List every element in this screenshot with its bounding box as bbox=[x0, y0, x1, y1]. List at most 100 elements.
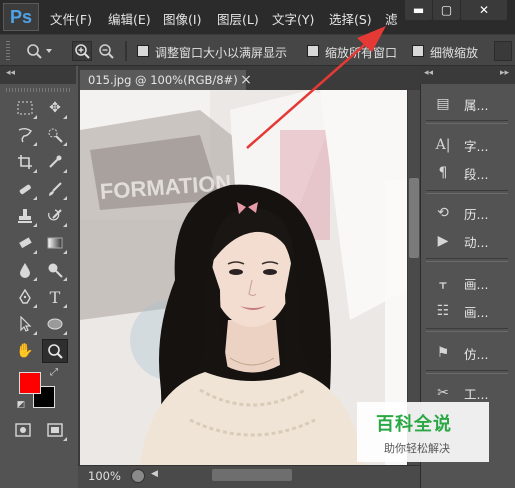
gradient-icon bbox=[47, 237, 63, 249]
swap-colors-button[interactable]: ⤢ bbox=[46, 364, 62, 380]
marquee-icon bbox=[17, 101, 33, 115]
tool-preset-picker[interactable] bbox=[22, 41, 58, 61]
menu-image[interactable]: 图像(I) bbox=[163, 9, 201, 28]
horizontal-scroll-thumb[interactable] bbox=[212, 469, 292, 481]
brush-panel-icon: ☷ bbox=[436, 303, 450, 319]
collapse-right-icon[interactable]: ▸▸ bbox=[500, 68, 509, 78]
zoom-all-windows-label: 缩放所有窗口 bbox=[325, 46, 398, 60]
panel-actions[interactable]: ▶ 动... bbox=[426, 228, 508, 254]
watermark-subtitle: 助你轻松解决 bbox=[384, 442, 450, 455]
history-brush-icon bbox=[48, 209, 62, 221]
zoom-out-icon bbox=[99, 44, 114, 59]
path-select-tool[interactable] bbox=[12, 312, 38, 336]
zoom-in-icon bbox=[75, 44, 90, 59]
history-brush-tool[interactable] bbox=[42, 204, 68, 228]
gradient-tool[interactable] bbox=[42, 231, 68, 255]
paragraph-icon: ¶ bbox=[438, 165, 448, 181]
panel-divider bbox=[426, 370, 508, 374]
panel-brush[interactable]: ☷ 画... bbox=[426, 298, 508, 324]
screen-mode-button[interactable] bbox=[42, 418, 68, 442]
menu-bar: Ps 文件(F) 编辑(E) 图像(I) 图层(L) 文字(Y) 选择(S) 滤… bbox=[0, 0, 515, 34]
hand-tool[interactable]: ✋ bbox=[12, 339, 38, 363]
dodge-tool[interactable] bbox=[42, 258, 68, 282]
options-divider bbox=[125, 41, 127, 61]
ellipse-icon bbox=[47, 318, 63, 330]
panel-dock-header[interactable]: ◂◂ ▸▸ bbox=[420, 66, 515, 84]
tools-panel-header[interactable]: ◂◂ bbox=[0, 66, 76, 84]
status-info-icon[interactable] bbox=[131, 469, 145, 483]
zoom-icon bbox=[48, 344, 63, 359]
quick-mask-button[interactable] bbox=[10, 418, 36, 442]
swap-arrows-icon: ⤢ bbox=[50, 366, 58, 378]
lasso-icon bbox=[18, 128, 32, 143]
menu-filter[interactable]: 滤 bbox=[385, 9, 398, 28]
scroll-left-icon[interactable]: ◀ bbox=[151, 469, 158, 479]
restore-button[interactable]: ▢ bbox=[433, 0, 460, 20]
pen-tool[interactable] bbox=[12, 285, 38, 309]
brush-icon bbox=[49, 182, 62, 196]
type-tool[interactable]: T bbox=[42, 285, 68, 309]
zoom-tool[interactable] bbox=[42, 339, 68, 363]
collapse-left-icon[interactable]: ◂◂ bbox=[424, 68, 433, 78]
panel-properties[interactable]: ▤ 属... bbox=[426, 91, 508, 117]
eraser-icon bbox=[19, 237, 32, 249]
close-window-button[interactable]: ✕ bbox=[461, 0, 507, 20]
panel-divider bbox=[426, 190, 508, 194]
ellipse-tool[interactable] bbox=[42, 312, 68, 336]
brush-tool[interactable] bbox=[42, 177, 68, 201]
path-select-icon bbox=[20, 316, 32, 332]
history-icon: ⟲ bbox=[437, 205, 449, 221]
marquee-tool[interactable] bbox=[12, 96, 38, 120]
move-icon: ✥ bbox=[49, 100, 61, 116]
menu-file[interactable]: 文件(F) bbox=[50, 9, 92, 28]
panel-brush-presets[interactable]: ᚁ 画... bbox=[426, 270, 508, 296]
properties-icon: ▤ bbox=[436, 96, 450, 112]
panel-divider bbox=[426, 328, 508, 332]
foreground-color-swatch[interactable] bbox=[19, 372, 41, 394]
menu-edit[interactable]: 编辑(E) bbox=[108, 9, 151, 28]
eyedropper-tool[interactable] bbox=[42, 150, 68, 174]
panel-history[interactable]: ⟲ 历... bbox=[426, 200, 508, 226]
minimize-button[interactable]: ▬ bbox=[405, 0, 432, 20]
quick-select-tool[interactable] bbox=[42, 123, 68, 147]
dodge-icon bbox=[48, 263, 63, 278]
menu-select[interactable]: 选择(S) bbox=[329, 9, 372, 28]
options-bar-grip[interactable] bbox=[6, 41, 10, 61]
actual-pixels-button[interactable] bbox=[494, 41, 512, 61]
blur-tool[interactable] bbox=[12, 258, 38, 282]
zoom-in-button[interactable] bbox=[72, 41, 92, 61]
tools-grip[interactable] bbox=[6, 88, 70, 92]
screen-mode-icon bbox=[47, 423, 63, 437]
zoom-out-button[interactable] bbox=[96, 41, 116, 61]
default-colors-icon: ◩ bbox=[16, 400, 26, 410]
collapse-tools-icon[interactable]: ◂◂ bbox=[6, 68, 15, 78]
options-bar: 调整窗口大小以满屏显示 缩放所有窗口 细微缩放 bbox=[0, 34, 515, 66]
panel-divider bbox=[426, 258, 508, 262]
tools-panel: ◂◂ ✥ T ✋ ⤢ ◩ bbox=[0, 66, 76, 488]
crop-tool[interactable] bbox=[12, 150, 38, 174]
zoom-level[interactable]: 100% bbox=[88, 469, 121, 483]
resize-windows-checkbox[interactable] bbox=[137, 45, 149, 57]
lasso-tool[interactable] bbox=[12, 123, 38, 147]
eyedropper-icon bbox=[49, 155, 62, 168]
menu-layer[interactable]: 图层(L) bbox=[217, 9, 259, 28]
panel-paragraph[interactable]: ¶ 段... bbox=[426, 160, 508, 186]
panel-clone-source[interactable]: ⚑ 仿... bbox=[426, 340, 508, 366]
panel-character[interactable]: A| 字... bbox=[426, 132, 508, 158]
healing-tool[interactable] bbox=[12, 177, 38, 201]
close-document-button[interactable]: × bbox=[237, 70, 255, 90]
clone-source-icon: ⚑ bbox=[436, 345, 450, 361]
stamp-tool[interactable] bbox=[12, 204, 38, 228]
zoom-all-windows-checkbox[interactable] bbox=[307, 45, 319, 57]
character-icon: A| bbox=[435, 137, 451, 153]
scrubby-zoom-checkbox[interactable] bbox=[412, 45, 424, 57]
default-colors-button[interactable]: ◩ bbox=[14, 398, 28, 412]
zoom-icon bbox=[27, 44, 52, 59]
vertical-scroll-thumb[interactable] bbox=[409, 178, 419, 258]
panel-divider bbox=[426, 120, 508, 124]
move-tool[interactable]: ✥ bbox=[42, 96, 68, 120]
eraser-tool[interactable] bbox=[12, 231, 38, 255]
document-tab[interactable]: 015.jpg @ 100%(RGB/8#) bbox=[80, 70, 246, 90]
quick-select-icon bbox=[48, 128, 63, 143]
menu-type[interactable]: 文字(Y) bbox=[272, 9, 314, 28]
